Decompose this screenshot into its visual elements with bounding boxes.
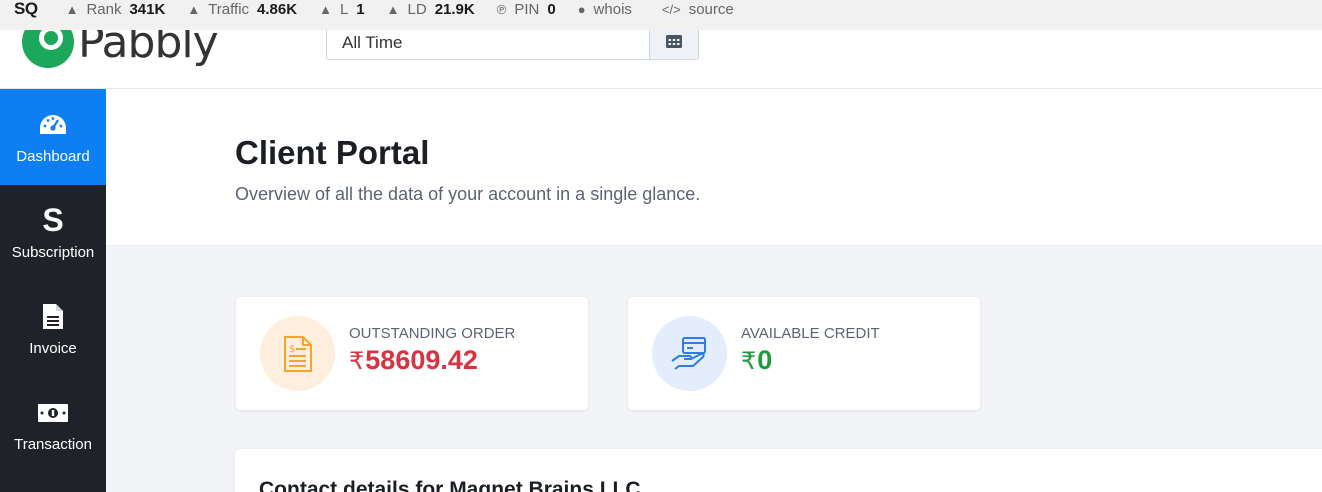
svg-text:$: $: [289, 344, 295, 355]
seo-pin-label: PIN: [514, 0, 540, 18]
links-icon: ▲: [319, 1, 332, 17]
seo-traffic[interactable]: ▲ Traffic 4.86K: [187, 1, 297, 18]
linking-domains-icon: ▲: [386, 1, 400, 17]
seo-links-label: L: [339, 0, 349, 18]
seo-pin-value: 0: [547, 0, 556, 18]
dashboard-gauge-icon: [40, 114, 66, 134]
outstanding-order-icon-circle: $: [260, 316, 335, 391]
seo-source[interactable]: </> source: [662, 1, 742, 18]
seo-pin[interactable]: ℗ PIN 0: [497, 1, 556, 18]
traffic-icon: ▲: [187, 1, 201, 17]
page-header: Client Portal Overview of all the data o…: [106, 89, 1322, 246]
seo-links[interactable]: ▲ L 1: [319, 1, 365, 18]
seo-ld[interactable]: ▲ LD 21.9K: [387, 1, 475, 18]
seo-whois[interactable]: ● whois: [578, 1, 640, 18]
available-credit-amount: ₹0: [741, 345, 772, 376]
sidebar-label-dashboard: Dashboard: [16, 147, 90, 165]
outstanding-order-amount: ₹58609.42: [349, 345, 478, 376]
sidebar-item-transaction[interactable]: Transaction: [0, 377, 106, 473]
seo-rank[interactable]: ▲ Rank 341K: [66, 1, 166, 18]
outstanding-order-label: OUTSTANDING ORDER: [349, 325, 516, 342]
outstanding-order-value: 58609.42: [365, 345, 478, 375]
money-bill-icon: [38, 403, 68, 422]
available-credit-card: AVAILABLE CREDIT ₹0: [628, 297, 980, 410]
seo-logo[interactable]: SQ: [14, 0, 38, 19]
sidebar-item-dashboard[interactable]: Dashboard: [0, 89, 106, 185]
outstanding-order-card: $ OUTSTANDING ORDER ₹58609.42: [236, 297, 588, 410]
contact-details-title: Contact details for Magnet Brains LLC: [259, 478, 641, 492]
contact-details-card: Contact details for Magnet Brains LLC: [235, 449, 1322, 492]
seo-traffic-value: 4.86K: [257, 0, 298, 18]
sidebar-item-subscription[interactable]: S Subscription: [0, 185, 106, 281]
seo-ld-value: 21.9K: [434, 0, 475, 18]
rank-icon: ▲: [65, 1, 79, 17]
available-credit-value: 0: [757, 345, 773, 375]
seo-source-label: source: [688, 0, 734, 18]
available-credit-label: AVAILABLE CREDIT: [741, 325, 880, 342]
seo-toolbar: SQ ▲ Rank 341K ▲ Traffic 4.86K ▲ L 1 ▲ LD 21.9K …: [0, 0, 1322, 30]
seo-traffic-label: Traffic: [208, 0, 250, 18]
sidebar-label-transaction: Transaction: [14, 435, 92, 453]
sidebar: Dashboard S Subscription Invoice Transac…: [0, 89, 106, 492]
page-title: Client Portal: [235, 134, 430, 171]
seo-links-value: 1: [356, 0, 365, 18]
invoice-document-icon: $: [283, 335, 312, 372]
available-credit-icon-circle: [652, 316, 727, 391]
sidebar-label-invoice: Invoice: [29, 339, 77, 357]
credit-card-hand-icon: [670, 336, 706, 370]
invoice-file-icon: [43, 304, 63, 329]
sidebar-item-invoice[interactable]: Invoice: [0, 281, 106, 377]
currency-symbol: ₹: [741, 348, 757, 375]
currency-symbol: ₹: [349, 348, 365, 375]
person-icon: ●: [577, 1, 586, 17]
page-subtitle: Overview of all the data of your account…: [235, 184, 701, 204]
subscription-s-icon: S: [42, 202, 64, 238]
top-header: Pabbly All Time: [0, 16, 1322, 89]
pinterest-icon: ℗: [496, 1, 507, 17]
seo-rank-value: 341K: [129, 0, 166, 18]
seo-whois-label: whois: [593, 0, 632, 18]
calendar-icon: [666, 35, 682, 48]
seo-rank-label: Rank: [86, 0, 122, 18]
code-icon: </>: [661, 1, 681, 17]
seo-ld-label: LD: [407, 0, 427, 18]
sidebar-label-subscription: Subscription: [11, 243, 95, 261]
